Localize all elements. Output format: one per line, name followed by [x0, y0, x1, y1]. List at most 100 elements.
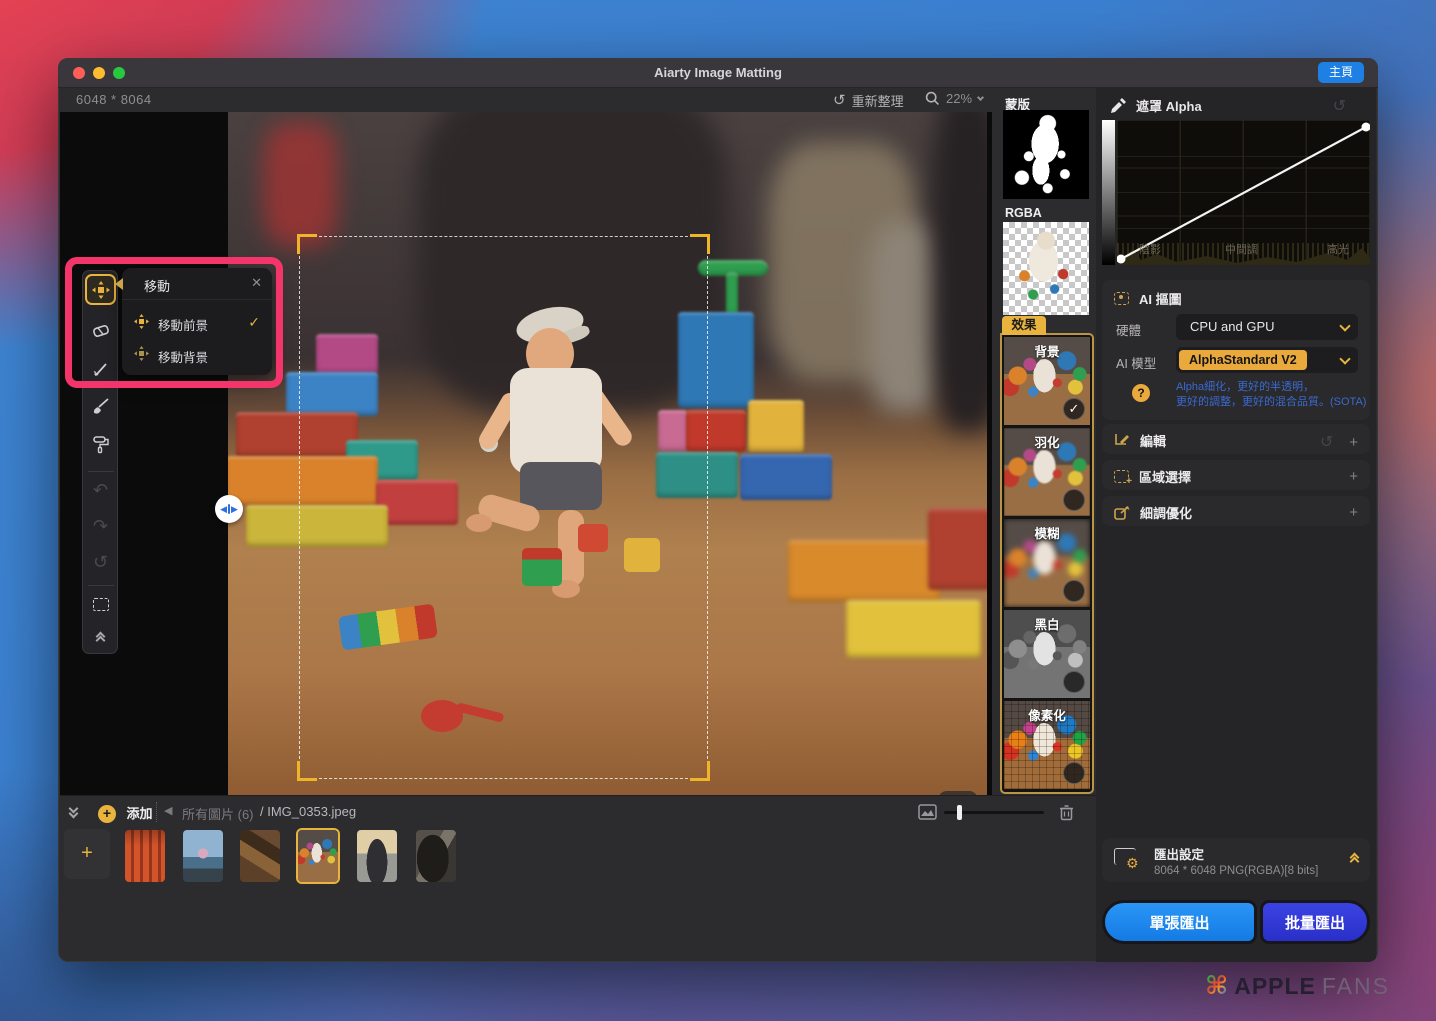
canvas[interactable]: ◀ ▶	[60, 112, 992, 795]
arrow-right-icon: ▶	[231, 504, 238, 515]
effect-select-circle[interactable]	[1063, 489, 1085, 511]
thumbnail-size-slider[interactable]	[944, 811, 1044, 814]
midtones-label: 中間調	[1225, 241, 1258, 257]
applefans-watermark: ⌘ APPLE FANS	[1205, 971, 1390, 1001]
selection-corner-bottom-right[interactable]	[690, 761, 710, 781]
breadcrumb-all-images[interactable]: 所有圖片 (6)	[182, 804, 254, 823]
add-images-button[interactable]: + 添加	[98, 803, 152, 823]
image-size-label: 6048 * 8064	[76, 92, 152, 107]
ai-matting-header: AI 摳圖	[1114, 289, 1182, 308]
back-icon[interactable]: ◀	[164, 804, 172, 817]
collapse-export-button[interactable]	[1351, 850, 1358, 865]
effect-select-circle[interactable]	[1063, 671, 1085, 693]
check-icon: ✓	[248, 314, 260, 331]
filmstrip-thumb-1[interactable]	[125, 830, 165, 882]
palette-divider	[88, 585, 114, 586]
mask-thumbnail[interactable]	[1003, 110, 1089, 199]
brush-tool-button[interactable]	[85, 391, 116, 422]
marquee-icon	[93, 598, 109, 611]
help-button[interactable]: ?	[1132, 384, 1150, 402]
ai-matting-icon	[1114, 292, 1129, 305]
selection-corner-top-left[interactable]	[297, 234, 317, 254]
titlebar: Aiarty Image Matting 主頁	[58, 58, 1378, 88]
alpha-undo-button[interactable]: ↺	[1333, 96, 1346, 116]
compare-slider-handle[interactable]: ◀ ▶	[215, 495, 243, 523]
rgba-label: RGBA	[1005, 206, 1042, 220]
right-panel: 遮罩 Alpha ↺ 陰	[1096, 88, 1376, 962]
refine-section[interactable]: 細調優化 +	[1102, 496, 1370, 526]
expand-plus-icon[interactable]: +	[1349, 504, 1358, 521]
effect-black-white[interactable]: 黑白	[1004, 610, 1090, 698]
palette-divider	[88, 471, 114, 472]
edit-section[interactable]: 編輯 ↺ +	[1102, 424, 1370, 454]
tool-palette: ↶ ↷ ↺	[82, 270, 118, 654]
redo-button[interactable]: ↷	[85, 511, 116, 542]
zoom-control[interactable]: 22%	[925, 91, 983, 106]
pen-tool-button[interactable]	[85, 353, 116, 384]
export-buttons: 單張匯出 批量匯出	[1102, 900, 1370, 946]
filmstrip-thumb-6[interactable]	[416, 830, 456, 882]
refresh-icon: ↺	[833, 93, 846, 108]
selection-rectangle[interactable]	[299, 236, 708, 779]
effect-selected-circle[interactable]: ✓	[1063, 398, 1085, 420]
model-dropdown[interactable]: AlphaStandard V2	[1176, 347, 1358, 373]
filmstrip-thumb-3[interactable]	[240, 830, 280, 882]
hardware-label: 硬體	[1116, 320, 1141, 339]
menu-item-move-foreground[interactable]: 移動前景 ✓	[122, 308, 272, 338]
close-icon[interactable]: ✕	[251, 275, 262, 291]
move-foreground-icon	[134, 314, 149, 334]
filmstrip-thumb-5[interactable]	[357, 830, 397, 882]
collapse-filmstrip-button[interactable]	[70, 805, 77, 820]
undo-button[interactable]: ↶	[85, 475, 116, 506]
export-settings-icon: ⚙	[1114, 848, 1136, 870]
plus-icon: +	[81, 842, 93, 864]
redo-icon: ↷	[93, 516, 108, 537]
chevron-down-icon	[1339, 320, 1350, 331]
marquee-tool-button[interactable]	[85, 589, 116, 620]
plus-icon: +	[98, 805, 116, 823]
move-tool-popup: 移動 ✕ 移動前景 ✓ 移動背景	[122, 268, 272, 375]
reset-button[interactable]: ↺	[85, 547, 116, 578]
paint-roller-icon	[92, 435, 110, 454]
alpha-curve-panel[interactable]: 陰影 中間調 高光	[1102, 120, 1370, 265]
effect-blur[interactable]: 模糊	[1004, 519, 1090, 607]
selection-corner-top-right[interactable]	[690, 234, 710, 254]
collapse-palette-button[interactable]	[85, 623, 116, 651]
add-image-tile[interactable]: +	[64, 829, 110, 879]
batch-export-button[interactable]: 批量匯出	[1260, 900, 1370, 944]
home-button[interactable]: 主頁	[1318, 62, 1364, 83]
export-settings-subtitle: 8064 * 6048 PNG(RGBA)[8 bits]	[1154, 865, 1318, 877]
region-select-section[interactable]: + 區域選擇 +	[1102, 460, 1370, 490]
eraser-tool-button[interactable]	[85, 315, 116, 346]
popup-header: 移動 ✕	[122, 268, 272, 300]
menu-item-move-background[interactable]: 移動背景	[122, 340, 272, 370]
filmstrip-thumb-2[interactable]	[183, 830, 223, 882]
effect-select-circle[interactable]	[1063, 580, 1085, 602]
effects-tab[interactable]: 效果	[1002, 316, 1046, 335]
effect-pixelate[interactable]: 像素化	[1004, 701, 1090, 789]
curve-area[interactable]: 陰影 中間調 高光	[1117, 120, 1370, 265]
expand-plus-icon[interactable]: +	[1349, 434, 1358, 451]
trash-icon[interactable]	[1059, 804, 1074, 821]
edit-icon	[1114, 433, 1130, 448]
effect-feather[interactable]: 羽化	[1004, 428, 1090, 516]
roller-tool-button[interactable]	[85, 429, 116, 460]
rgba-thumbnail[interactable]	[1003, 222, 1089, 315]
effect-background[interactable]: 背景 ✓	[1004, 337, 1090, 425]
eraser-icon	[92, 323, 110, 339]
hardware-dropdown[interactable]: CPU and GPU	[1176, 314, 1358, 340]
edit-header: 編輯	[1114, 431, 1166, 450]
desktop: Aiarty Image Matting 主頁 6048 * 8064 ↺ 重新…	[0, 0, 1436, 1021]
effect-select-circle[interactable]	[1063, 762, 1085, 784]
selection-corner-bottom-left[interactable]	[297, 761, 317, 781]
region-select-icon: +	[1114, 470, 1129, 483]
breadcrumb-current-file: / IMG_0353.jpeg	[260, 804, 356, 819]
export-settings-card[interactable]: ⚙ 匯出設定 8064 * 6048 PNG(RGBA)[8 bits]	[1102, 838, 1370, 882]
refresh-button[interactable]: ↺ 重新整理	[833, 91, 904, 110]
move-tool-button[interactable]	[85, 274, 116, 305]
expand-plus-icon[interactable]: +	[1349, 468, 1358, 485]
slider-handle[interactable]	[957, 805, 962, 820]
single-export-button[interactable]: 單張匯出	[1102, 900, 1257, 944]
filmstrip-thumb-4-selected[interactable]	[296, 828, 340, 884]
alpha-title: 遮罩 Alpha	[1136, 96, 1202, 115]
